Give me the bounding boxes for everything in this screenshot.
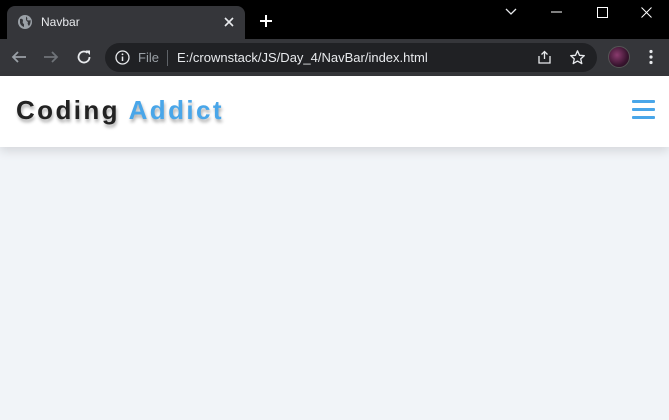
url-text[interactable]: E:/crownstack/JS/Day_4/NavBar/index.html (177, 50, 428, 65)
browser-tab[interactable]: Navbar (7, 6, 245, 39)
star-icon[interactable] (569, 49, 586, 66)
share-icon[interactable] (536, 49, 553, 66)
avatar[interactable] (608, 46, 630, 68)
chevron-down-icon[interactable] (488, 0, 534, 24)
maximize-icon[interactable] (579, 0, 625, 24)
globe-icon (18, 15, 32, 29)
forward-arrow-icon[interactable] (39, 45, 63, 69)
hamburger-menu-icon[interactable] (632, 100, 655, 120)
close-icon[interactable] (623, 0, 669, 24)
browser-tabstrip: Navbar (0, 0, 669, 39)
info-icon[interactable] (115, 50, 130, 65)
plus-icon[interactable] (256, 11, 276, 31)
tab-close-icon[interactable] (219, 12, 239, 32)
kebab-menu-icon[interactable] (641, 46, 661, 68)
tab-title: Navbar (41, 15, 80, 29)
back-arrow-icon[interactable] (7, 45, 31, 69)
scheme-label: File (138, 50, 159, 65)
site-logo[interactable]: Coding Addict (16, 95, 224, 126)
logo-text-accent: Addict (128, 95, 224, 125)
reload-icon[interactable] (72, 45, 96, 69)
omnibox-divider (167, 50, 168, 66)
address-bar[interactable]: File E:/crownstack/JS/Day_4/NavBar/index… (105, 43, 597, 72)
browser-toolbar: File E:/crownstack/JS/Day_4/NavBar/index… (0, 39, 669, 76)
minimize-icon[interactable] (533, 0, 579, 24)
logo-text-primary: Coding (16, 95, 120, 125)
site-navbar: Coding Addict (0, 76, 669, 147)
